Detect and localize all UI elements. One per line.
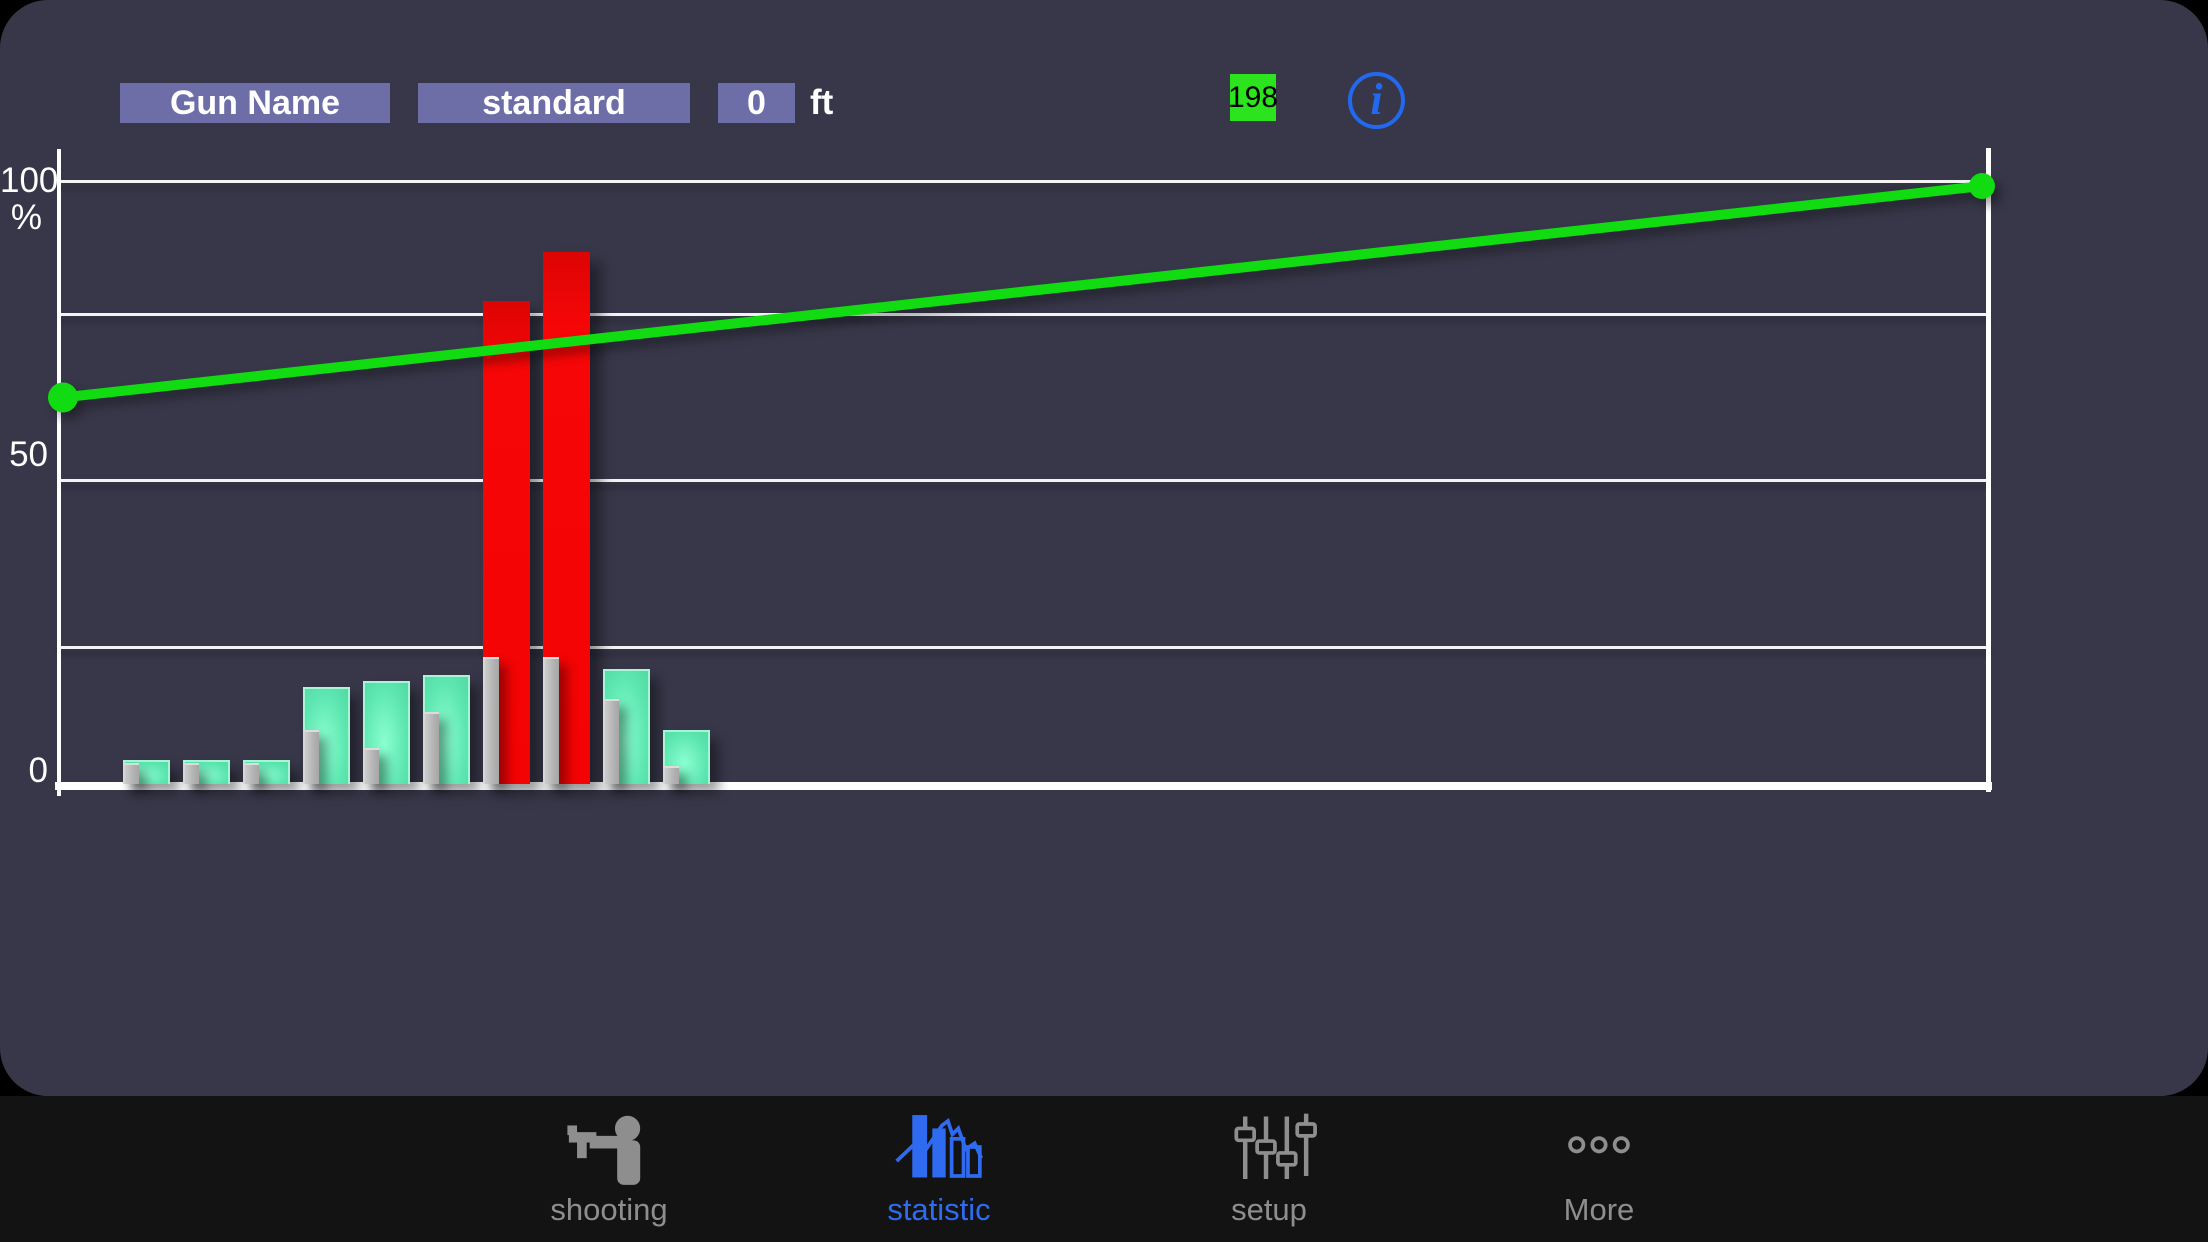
sliders-icon (1217, 1106, 1321, 1188)
tab-more[interactable]: More (1434, 1096, 1764, 1242)
gun-icon (557, 1106, 661, 1188)
shot-counter-badge: 198 (1230, 74, 1276, 121)
y-tick-50: 50 (0, 437, 48, 472)
y-tick-100: 100 (0, 163, 48, 198)
tab-setup[interactable]: setup (1104, 1096, 1434, 1242)
tab-statistic[interactable]: statistic (774, 1096, 1104, 1242)
gun-name-button[interactable]: Gun Name (120, 83, 390, 123)
distance-input[interactable]: 0 (718, 83, 795, 123)
bar-chart-icon (887, 1106, 991, 1188)
tab-bar: shooting statistic setup More (0, 1096, 2208, 1242)
tab-shooting[interactable]: shooting (444, 1096, 774, 1242)
trend-line (59, 149, 1990, 796)
y-tick-0: 0 (0, 753, 48, 788)
app-screen: Gun Name standard 0 ft 198 i 100 % 50 0 … (0, 0, 2208, 1242)
tab-label: shooting (550, 1192, 667, 1228)
info-button[interactable]: i (1348, 72, 1405, 129)
y-axis-unit: % (0, 200, 42, 235)
ellipsis-icon (1547, 1106, 1651, 1188)
tab-label: setup (1231, 1192, 1307, 1228)
info-icon: i (1370, 74, 1382, 125)
mode-button[interactable]: standard (418, 83, 690, 123)
tab-label: statistic (887, 1192, 990, 1228)
tab-label: More (1564, 1192, 1635, 1228)
distance-unit-label: ft (810, 83, 833, 123)
statistics-page: Gun Name standard 0 ft 198 i 100 % 50 0 (0, 0, 2208, 1096)
